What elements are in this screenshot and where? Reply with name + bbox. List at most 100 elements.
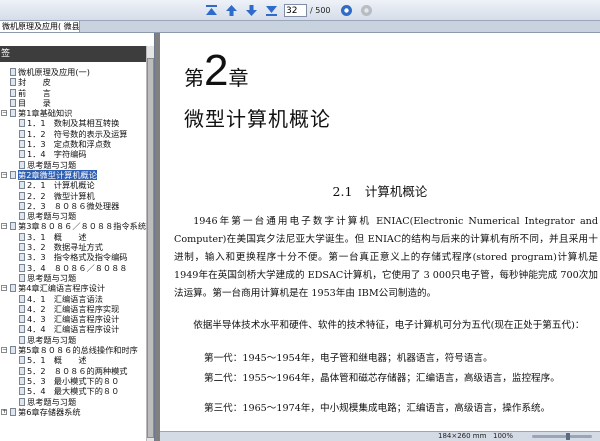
bookmark-panel-header: 签 xyxy=(0,46,146,62)
chapter-suffix: 章 xyxy=(228,66,249,90)
bookmark-item[interactable]: − 第1章基础知识 xyxy=(0,108,146,118)
bookmark-item[interactable]: 1．1 数制及其相互转换 xyxy=(0,118,146,128)
document-tabs: 微机原理及应用( 微县,文... xyxy=(0,21,600,33)
section-title: 2.1 计算机概论 xyxy=(332,184,428,199)
bookmark-item[interactable]: 封 皮 xyxy=(0,77,146,87)
bookmark-item[interactable]: 3．1 概 述 xyxy=(0,232,146,242)
bookmark-item[interactable]: − 第5章８０８６的总线操作和时序 xyxy=(0,345,146,355)
stop-icon[interactable] xyxy=(359,3,374,18)
bookmark-scrollbar[interactable] xyxy=(146,46,154,441)
bookmark-item[interactable]: 1．2 符号数的表示及运算 xyxy=(0,129,146,139)
bookmark-item[interactable]: 2．3 ８０８６微处理器 xyxy=(0,201,146,211)
collapse-icon[interactable]: − xyxy=(1,171,7,178)
page-number-input[interactable] xyxy=(284,4,307,17)
collapse-icon[interactable]: − xyxy=(1,285,7,292)
bookmark-item[interactable]: + 第6章存储器系统 xyxy=(0,407,146,417)
bookmark-item[interactable]: 4．4 汇编语言程序设计 xyxy=(0,324,146,334)
bookmark-item[interactable]: − 第4章汇编语言程序设计 xyxy=(0,283,146,293)
bookmark-item[interactable]: 1．4 字符编码 xyxy=(0,149,146,159)
bookmark-item[interactable]: 3．4 ８０８６／８０８８ xyxy=(0,263,146,273)
bookmark-label: 2．2 微型计算机 xyxy=(27,190,95,201)
bookmark-item[interactable]: 思考题与习题 xyxy=(0,160,146,170)
bookmark-icon xyxy=(10,284,16,293)
bookmark-item[interactable]: 5．4 最大模式下的８０ xyxy=(0,386,146,396)
bookmark-label: 思考题与习题 xyxy=(27,159,77,170)
next-page-icon[interactable] xyxy=(244,3,259,18)
bookmark-item[interactable]: − 第2章微型计算机概论 xyxy=(0,169,146,181)
bookmark-item[interactable]: 前 言 xyxy=(0,88,146,98)
prev-page-icon[interactable] xyxy=(224,3,239,18)
bookmark-label: 5．2 ８０８６的两种模式 xyxy=(27,365,128,376)
document-page: 第2章 微型计算机概论 2.1 计算机概论 1946年第一台通用电子数字计算机 … xyxy=(160,33,600,441)
bookmark-item[interactable]: 思考题与习题 xyxy=(0,397,146,407)
bookmark-icon xyxy=(19,356,25,365)
chapter-prefix: 第 xyxy=(184,66,204,90)
bookmark-icon xyxy=(19,315,25,324)
collapse-icon[interactable]: − xyxy=(1,347,7,354)
chapter-number: 2 xyxy=(204,46,229,95)
bookmark-icon xyxy=(19,232,25,241)
bookmark-icon xyxy=(10,109,16,118)
bookmark-icon xyxy=(19,397,25,406)
bookmark-item[interactable]: 1．3 定点数和浮点数 xyxy=(0,139,146,149)
first-page-icon[interactable] xyxy=(204,3,219,18)
bookmark-icon xyxy=(19,243,25,252)
bookmark-icon xyxy=(19,201,25,210)
bookmark-label: 5．4 最大模式下的８０ xyxy=(27,386,120,397)
bookmark-item[interactable]: 5．3 最小模式下的８０ xyxy=(0,376,146,386)
bookmark-label: 5．3 最小模式下的８０ xyxy=(27,375,120,386)
bookmark-label: 1．3 定点数和浮点数 xyxy=(27,139,112,150)
bookmark-item[interactable]: 4．1 汇编语言语法 xyxy=(0,294,146,304)
expand-icon[interactable]: + xyxy=(1,408,7,415)
page-size-label: 184×260 mm xyxy=(438,432,487,440)
zoom-slider-thumb[interactable] xyxy=(566,433,570,440)
collapse-icon[interactable]: − xyxy=(1,223,7,230)
bookmark-icon xyxy=(10,98,16,107)
generation-line: 第二代：1955～1964年，晶体管和磁芯存储器；汇编语言，高级语言，监控程序。 xyxy=(204,373,560,384)
navigation-toolbar: / 500 xyxy=(0,0,600,21)
bookmark-icon xyxy=(19,129,25,138)
bookmark-icon xyxy=(19,273,25,282)
bookmark-label: 3．3 指令格式及指令编码 xyxy=(27,252,128,263)
bookmark-item[interactable]: 2．2 微型计算机 xyxy=(0,191,146,201)
go-icon[interactable] xyxy=(339,3,354,18)
bookmark-label: 3．1 概 述 xyxy=(27,231,87,242)
bookmark-label: 1．2 符号数的表示及运算 xyxy=(27,128,128,139)
zoom-label[interactable]: 100% xyxy=(493,432,513,441)
collapse-icon[interactable]: − xyxy=(1,110,7,117)
bookmark-item[interactable]: 思考题与习题 xyxy=(0,335,146,345)
bookmark-label: 1．4 字符编码 xyxy=(27,149,87,160)
generation-line: 第三代：1965～1974年，中小规模集成电路；汇编语言，高级语言，操作系统。 xyxy=(204,403,551,414)
bookmark-item[interactable]: 3．2 数据寻址方式 xyxy=(0,242,146,252)
bookmark-item[interactable]: 微机原理及应用(一) xyxy=(0,67,146,77)
bookmark-item[interactable]: 思考题与习题 xyxy=(0,273,146,283)
bookmark-item[interactable]: 5．1 概 述 xyxy=(0,355,146,365)
last-page-icon[interactable] xyxy=(264,3,279,18)
bookmark-label: 封 皮 xyxy=(18,77,51,88)
bookmark-item[interactable]: 2．1 计算机概论 xyxy=(0,180,146,190)
bookmark-item[interactable]: − 第3章８０８６／８０８８指令系统 xyxy=(0,221,146,231)
bookmark-panel: 签 微机原理及应用(一) 封 皮前 言目 录 − 第1章基础知识 1．1 数制及其相互转… xyxy=(0,33,155,441)
zoom-slider[interactable] xyxy=(532,435,592,438)
bookmark-icon xyxy=(19,181,25,190)
bookmark-icon xyxy=(19,325,25,334)
bookmark-icon xyxy=(19,263,25,272)
bookmark-item[interactable]: 5．2 ８０８６的两种模式 xyxy=(0,366,146,376)
bookmark-item[interactable]: 4．3 汇编语言程序设计 xyxy=(0,314,146,324)
bookmark-label: 第4章汇编语言程序设计 xyxy=(18,283,106,294)
bookmark-item[interactable]: 思考题与习题 xyxy=(0,211,146,221)
bookmark-item[interactable]: 目 录 xyxy=(0,98,146,108)
bookmark-label: 3．2 数据寻址方式 xyxy=(27,242,103,253)
bookmark-icon xyxy=(19,294,25,303)
bookmark-icon xyxy=(10,88,16,97)
bookmark-icon xyxy=(19,304,25,313)
bookmark-icon xyxy=(10,68,16,76)
bookmark-item[interactable]: 4．2 汇编语言程序实现 xyxy=(0,304,146,314)
tab-document[interactable]: 微机原理及应用( 微县,文... xyxy=(0,21,80,32)
bookmark-icon xyxy=(19,140,25,149)
scrollbar-thumb[interactable] xyxy=(147,58,154,438)
chapter-title: 微型计算机概论 xyxy=(184,107,331,131)
bookmark-label: 1．1 数制及其相互转换 xyxy=(27,118,120,129)
bookmark-item[interactable]: 3．3 指令格式及指令编码 xyxy=(0,252,146,262)
bookmark-label: 4．2 汇编语言程序实现 xyxy=(27,303,120,314)
